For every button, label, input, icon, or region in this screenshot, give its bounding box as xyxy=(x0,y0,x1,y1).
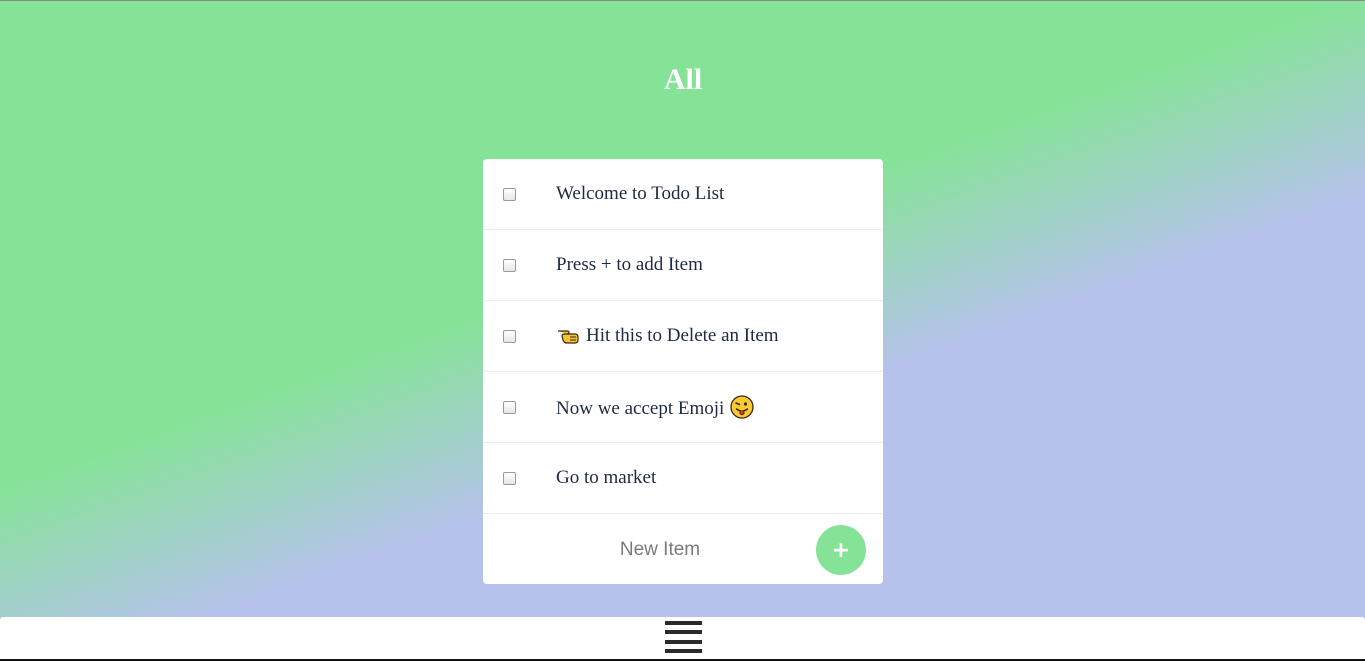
tongue-face-emoji-icon xyxy=(730,394,754,419)
hamburger-menu-icon[interactable] xyxy=(665,621,702,653)
item-label[interactable]: Welcome to Todo List xyxy=(556,183,724,205)
window-top-border xyxy=(0,0,1365,1)
filter-header[interactable]: All xyxy=(483,52,883,108)
menu-bar-line xyxy=(665,640,702,644)
menu-bar-line xyxy=(665,649,702,653)
todo-card: Welcome to Todo List Press + to add Item… xyxy=(483,159,883,584)
item-checkbox[interactable] xyxy=(503,401,516,414)
item-label-row: Now we accept Emoji xyxy=(556,394,754,420)
list-item: Go to market xyxy=(483,443,883,514)
item-checkbox[interactable] xyxy=(503,259,516,272)
todo-list: Welcome to Todo List Press + to add Item… xyxy=(483,159,883,514)
list-item: Welcome to Todo List xyxy=(483,159,883,230)
item-label-row: Hit this to Delete an Item xyxy=(556,325,779,347)
filter-title: All xyxy=(663,63,703,96)
new-item-input[interactable] xyxy=(483,514,837,584)
item-checkbox[interactable] xyxy=(503,472,516,485)
item-label[interactable]: Now we accept Emoji xyxy=(556,398,724,419)
list-item: Hit this to Delete an Item xyxy=(483,301,883,372)
bottom-bar xyxy=(0,617,1365,659)
list-item: Now we accept Emoji xyxy=(483,372,883,443)
item-label[interactable]: Press + to add Item xyxy=(556,254,703,276)
plus-icon: + xyxy=(831,537,851,563)
list-item: Press + to add Item xyxy=(483,230,883,301)
item-checkbox[interactable] xyxy=(503,330,516,343)
item-label[interactable]: Go to market xyxy=(556,467,656,489)
pointing-hand-icon xyxy=(556,326,580,344)
menu-bar-line xyxy=(665,630,702,634)
new-item-row: + xyxy=(483,514,883,584)
item-checkbox[interactable] xyxy=(503,188,516,201)
menu-bar-line xyxy=(665,621,702,625)
item-label[interactable]: Hit this to Delete an Item xyxy=(586,325,779,346)
add-item-button[interactable]: + xyxy=(816,525,866,575)
